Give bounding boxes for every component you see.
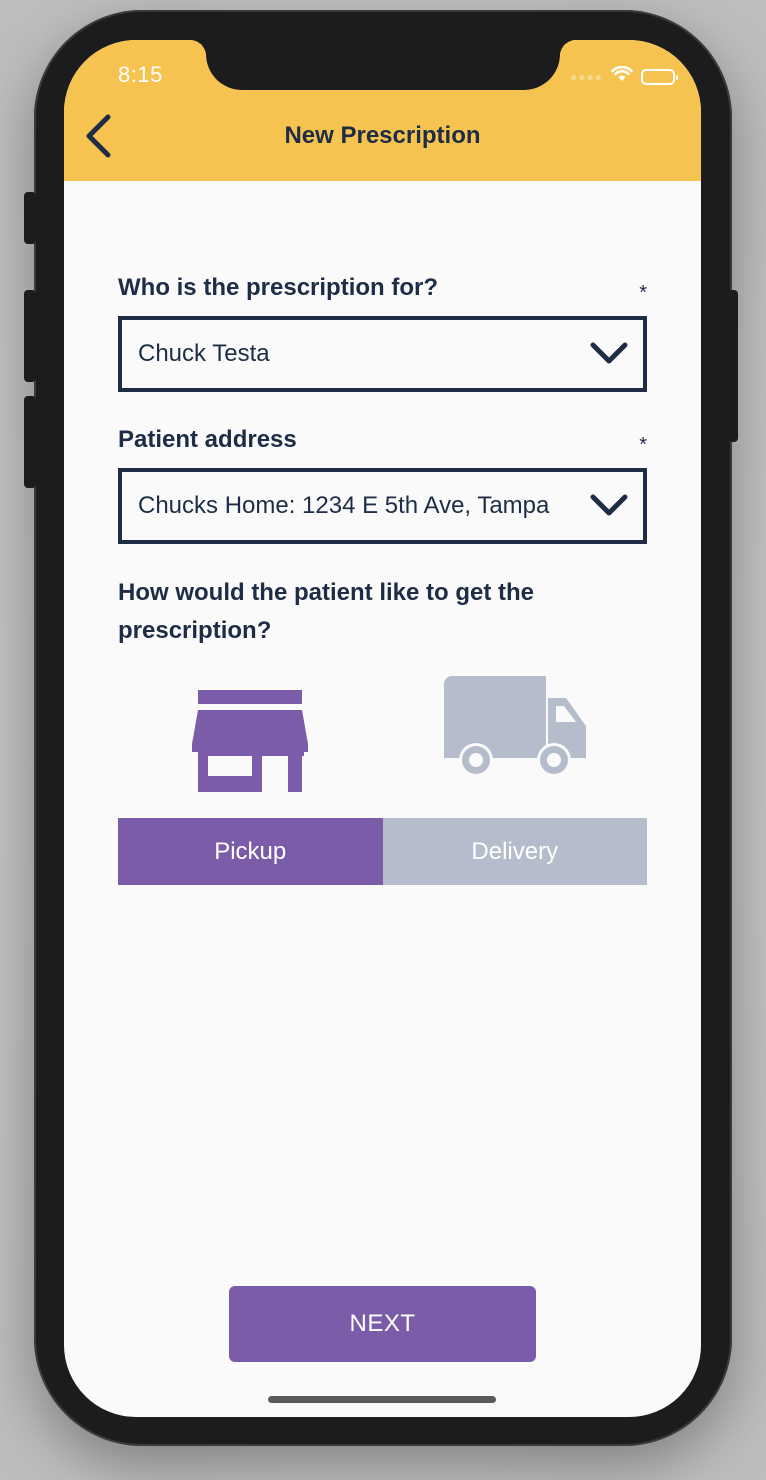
home-indicator[interactable] (268, 1396, 496, 1403)
address-label: Patient address (118, 426, 297, 453)
fulfillment-question: How would the patient like to get the pr… (118, 579, 535, 644)
app-screen: 8:15 ●●●● New Prescription Who is the pr… (64, 40, 701, 1417)
fulfillment-toggle: Pickup Delivery (118, 818, 647, 885)
phone-mute-switch (24, 192, 36, 244)
chevron-down-icon (590, 342, 628, 364)
patient-label: Who is the prescription for? (118, 274, 439, 301)
patient-select-value: Chuck Testa (138, 340, 270, 367)
page-title: New Prescription (284, 122, 481, 149)
phone-volume-down (24, 396, 36, 488)
store-icon[interactable] (192, 688, 310, 794)
wifi-icon (611, 65, 633, 87)
phone-power-button (728, 290, 738, 442)
truck-icon[interactable] (442, 674, 588, 780)
chevron-down-icon (590, 494, 628, 516)
address-required-mark: * (639, 434, 647, 456)
battery-icon (641, 68, 678, 85)
pickup-option-button[interactable]: Pickup (118, 818, 383, 885)
signal-icon: ●●●● (570, 69, 603, 84)
patient-required-mark: * (639, 282, 647, 304)
phone-volume-up (24, 290, 36, 382)
patient-select[interactable]: Chuck Testa (118, 316, 647, 392)
device-notch (190, 40, 576, 90)
delivery-option-button[interactable]: Delivery (382, 818, 647, 885)
address-select-value: Chucks Home: 1234 E 5th Ave, Tampa (138, 492, 550, 519)
status-icons: ●●●● (570, 65, 678, 87)
next-button[interactable]: NEXT (229, 1286, 536, 1362)
address-select[interactable]: Chucks Home: 1234 E 5th Ave, Tampa (118, 468, 647, 544)
status-time: 8:15 (118, 62, 163, 87)
